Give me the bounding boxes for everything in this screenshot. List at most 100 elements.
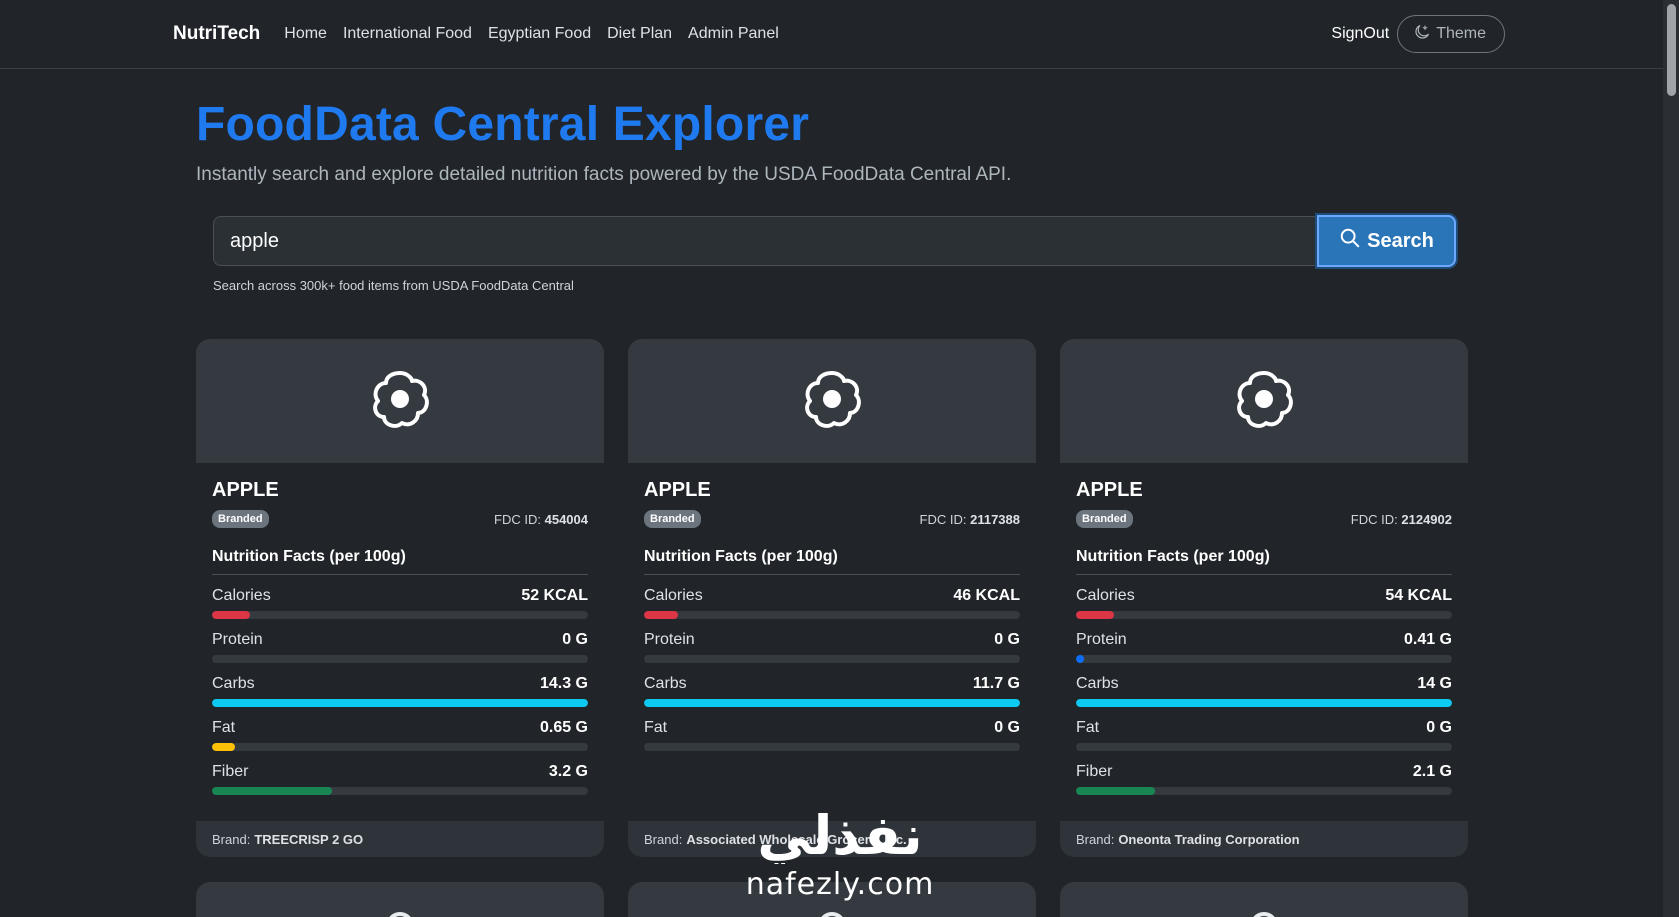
- egg-fried-icon: [1232, 367, 1296, 436]
- food-card-body: APPLE Branded FDC ID: 2124902 Nutrition …: [1060, 463, 1468, 821]
- brand-label: Brand:: [212, 831, 251, 847]
- nutrient-name: Fiber: [212, 763, 249, 780]
- search-button-label: Search: [1367, 229, 1434, 252]
- search-help-text: Search across 300k+ food items from USDA…: [213, 278, 574, 293]
- food-card[interactable]: [628, 882, 1036, 917]
- fdc-id-label: FDC ID:: [919, 511, 967, 527]
- nutrient-name: Calories: [212, 587, 271, 604]
- fdc-id-label: FDC ID:: [1350, 511, 1398, 527]
- nutrition-facts-title: Nutrition Facts (per 100g): [644, 548, 1020, 575]
- fdc-id: FDC ID: 2124902: [1351, 512, 1452, 527]
- food-card[interactable]: [196, 882, 604, 917]
- nutrient-fat: Fat 0 G: [644, 719, 1020, 751]
- egg-fried-icon: [800, 367, 864, 436]
- nutrient-value: 46 KCAL: [953, 587, 1020, 604]
- theme-toggle-button[interactable]: Theme: [1397, 15, 1505, 53]
- food-card-body: APPLE Branded FDC ID: 2117388 Nutrition …: [628, 463, 1036, 821]
- progress-bar: [212, 787, 588, 795]
- nav-link-admin-panel[interactable]: Admin Panel: [688, 25, 779, 43]
- food-card-image: [1060, 339, 1468, 463]
- progress-fill: [1076, 655, 1084, 663]
- progress-fill: [644, 699, 1020, 707]
- nutrient-calories: Calories 52 KCAL: [212, 587, 588, 619]
- data-type-badge: Branded: [1076, 510, 1133, 528]
- food-card[interactable]: [1060, 882, 1468, 917]
- nutrient-value: 14 G: [1417, 675, 1452, 692]
- data-type-badge: Branded: [212, 510, 269, 528]
- progress-fill: [212, 787, 333, 795]
- nutrient-calories: Calories 54 KCAL: [1076, 587, 1452, 619]
- food-card-body: APPLE Branded FDC ID: 454004 Nutrition F…: [196, 463, 604, 821]
- nutrient-carbs: Carbs 14.3 G: [212, 675, 588, 707]
- nutrient-value: 0.65 G: [539, 719, 588, 736]
- nutrient-value: 0 G: [994, 719, 1020, 736]
- signout-link[interactable]: SignOut: [1331, 25, 1389, 43]
- food-card-footer: Brand: Associated Wholesale Grocers, Inc.: [628, 821, 1036, 857]
- brand-label: Brand:: [1076, 831, 1115, 847]
- data-type-badge: Branded: [644, 510, 701, 528]
- nutrient-value: 14.3 G: [539, 675, 588, 692]
- results-grid: APPLE Branded FDC ID: 454004 Nutrition F…: [196, 339, 1468, 857]
- search-input[interactable]: [213, 216, 1317, 266]
- food-meta: Branded FDC ID: 2117388: [644, 510, 1020, 528]
- scrollbar-thumb[interactable]: [1667, 4, 1676, 96]
- fdc-id-value: 454004: [544, 511, 588, 527]
- search-button[interactable]: Search: [1317, 215, 1456, 267]
- food-meta: Branded FDC ID: 454004: [212, 510, 588, 528]
- food-card-image: [628, 339, 1036, 463]
- egg-fried-icon: [1250, 912, 1278, 917]
- nutrient-protein: Protein 0 G: [644, 631, 1020, 663]
- fdc-id: FDC ID: 454004: [494, 512, 588, 527]
- nav-link-home[interactable]: Home: [284, 25, 327, 43]
- nutrient-name: Fiber: [1076, 763, 1113, 780]
- fdc-id: FDC ID: 2117388: [920, 512, 1020, 527]
- nav-link-international-food[interactable]: International Food: [343, 25, 472, 43]
- nutrient-value: 0.41 G: [1403, 631, 1452, 648]
- food-card-footer: Brand: Oneonta Trading Corporation: [1060, 821, 1468, 857]
- progress-bar: [1076, 743, 1452, 751]
- search-row: Search: [213, 215, 1456, 267]
- progress-bar: [1076, 699, 1452, 707]
- egg-fried-icon: [368, 367, 432, 436]
- nutrient-fiber: Fiber 2.1 G: [1076, 763, 1452, 795]
- progress-bar: [212, 611, 588, 619]
- nutrient-value: 2.1 G: [1412, 763, 1452, 780]
- nutrient-value: 54 KCAL: [1385, 587, 1452, 604]
- food-card-image: [196, 339, 604, 463]
- fdc-id-label: FDC ID:: [494, 511, 541, 527]
- egg-fried-icon: [818, 912, 846, 917]
- nutrient-fat: Fat 0 G: [1076, 719, 1452, 751]
- food-card[interactable]: APPLE Branded FDC ID: 454004 Nutrition F…: [196, 339, 604, 857]
- food-card[interactable]: APPLE Branded FDC ID: 2117388 Nutrition …: [628, 339, 1036, 857]
- progress-bar: [644, 699, 1020, 707]
- nutrient-name: Protein: [212, 631, 263, 648]
- nutrient-name: Carbs: [644, 675, 687, 692]
- nutrient-carbs: Carbs 14 G: [1076, 675, 1452, 707]
- progress-fill: [1076, 787, 1155, 795]
- hero: FoodData Central Explorer Instantly sear…: [0, 69, 1679, 186]
- nav-links: Home International Food Egyptian Food Di…: [284, 25, 795, 43]
- nutrition-facts-title: Nutrition Facts (per 100g): [212, 548, 588, 575]
- food-title: APPLE: [212, 479, 279, 501]
- nav-link-diet-plan[interactable]: Diet Plan: [607, 25, 672, 43]
- moon-stars-icon: [1414, 24, 1430, 45]
- results-grid-next-row: [196, 882, 1468, 917]
- nutrient-name: Calories: [644, 587, 703, 604]
- progress-fill: [212, 611, 250, 619]
- brand-logo[interactable]: NutriTech: [173, 23, 260, 45]
- egg-fried-icon: [386, 912, 414, 917]
- progress-bar: [1076, 611, 1452, 619]
- progress-bar: [212, 699, 588, 707]
- nutrient-value: 3.2 G: [548, 763, 588, 780]
- nutrient-name: Protein: [1076, 631, 1127, 648]
- nav-link-egyptian-food[interactable]: Egyptian Food: [488, 25, 591, 43]
- search-section: Search Search across 300k+ food items fr…: [213, 215, 1456, 293]
- food-card[interactable]: APPLE Branded FDC ID: 2124902 Nutrition …: [1060, 339, 1468, 857]
- fdc-id-value: 2117388: [970, 511, 1020, 527]
- nutrient-calories: Calories 46 KCAL: [644, 587, 1020, 619]
- page-scrollbar[interactable]: [1663, 0, 1679, 917]
- progress-bar: [1076, 655, 1452, 663]
- brand-value: TREECRISP 2 GO: [254, 831, 364, 847]
- brand-label: Brand:: [644, 831, 683, 847]
- navbar: NutriTech Home International Food Egypti…: [0, 0, 1679, 69]
